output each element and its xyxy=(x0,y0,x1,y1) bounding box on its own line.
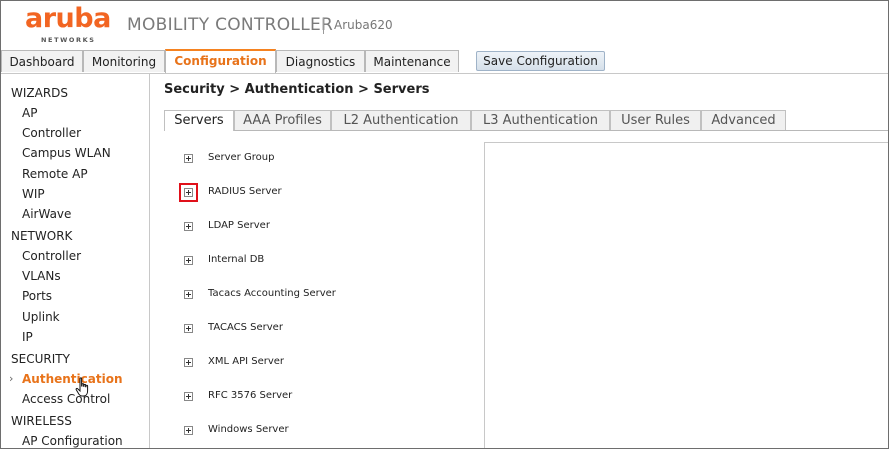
tree-item-label: RADIUS Server xyxy=(208,186,282,197)
sidebar-item-ip[interactable]: IP xyxy=(22,330,33,344)
sidebar-section-network: NETWORK xyxy=(11,229,73,243)
tab-diagnostics[interactable]: Diagnostics xyxy=(276,50,365,72)
sidebar-section-wizards: WIZARDS xyxy=(11,86,69,100)
tab-aaa-profiles[interactable]: AAA Profiles xyxy=(234,110,331,130)
sidebar-item-wip[interactable]: WIP xyxy=(22,187,45,201)
expand-plus-icon[interactable] xyxy=(184,256,193,265)
tree-item-label: XML API Server xyxy=(208,356,285,367)
title-divider xyxy=(323,18,324,34)
tree-item-label: Internal DB xyxy=(208,254,265,265)
logo-subtitle: NETWORKS xyxy=(41,36,96,44)
top-navigation: Dashboard Monitoring Configuration Diagn… xyxy=(1,49,888,74)
sidebar-item-ports[interactable]: Ports xyxy=(22,289,52,303)
breadcrumb: Security > Authentication > Servers xyxy=(164,82,430,97)
detail-panel xyxy=(484,142,888,448)
expand-plus-icon[interactable] xyxy=(184,324,193,333)
tab-maintenance[interactable]: Maintenance xyxy=(365,50,459,72)
app-title: MOBILITY CONTROLLER xyxy=(127,15,334,35)
header: aruba NETWORKS MOBILITY CONTROLLER Aruba… xyxy=(1,1,888,49)
expand-plus-icon[interactable] xyxy=(184,392,193,401)
tab-configuration[interactable]: Configuration xyxy=(165,49,276,73)
sidebar-item-controller-wizard[interactable]: Controller xyxy=(22,126,81,140)
logo-wordmark: aruba xyxy=(25,3,111,34)
expand-plus-icon[interactable] xyxy=(184,222,193,231)
tree-item-label: TACACS Server xyxy=(208,322,283,333)
sidebar-section-wireless: WIRELESS xyxy=(11,414,72,428)
tab-advanced[interactable]: Advanced xyxy=(701,110,786,130)
expand-plus-icon[interactable] xyxy=(184,358,193,367)
sidebar-item-airwave[interactable]: AirWave xyxy=(22,207,71,221)
tab-l3-authentication[interactable]: L3 Authentication xyxy=(471,110,610,130)
tree-item-label: Windows Server xyxy=(208,424,289,435)
sidebar-item-controller[interactable]: Controller xyxy=(22,249,81,263)
sidebar-item-vlans[interactable]: VLANs xyxy=(22,269,61,283)
chevron-right-icon: › xyxy=(9,372,14,385)
expand-plus-icon[interactable] xyxy=(179,183,198,202)
tab-l2-authentication[interactable]: L2 Authentication xyxy=(331,110,471,130)
expand-plus-icon[interactable] xyxy=(184,290,193,299)
app-window: aruba NETWORKS MOBILITY CONTROLLER Aruba… xyxy=(0,0,889,449)
save-configuration-button[interactable]: Save Configuration xyxy=(476,51,605,71)
aruba-logo: aruba NETWORKS xyxy=(25,3,111,45)
tab-servers[interactable]: Servers xyxy=(164,110,234,131)
device-name: Aruba620 xyxy=(334,18,393,32)
tab-monitoring[interactable]: Monitoring xyxy=(83,50,165,72)
tab-user-rules[interactable]: User Rules xyxy=(610,110,701,130)
sidebar-item-access-control[interactable]: Access Control xyxy=(22,392,110,406)
sidebar-item-ap[interactable]: AP xyxy=(22,106,37,120)
sidebar-item-remote-ap[interactable]: Remote AP xyxy=(22,167,88,181)
sidebar-section-security: SECURITY xyxy=(11,352,70,366)
tree-item-label: LDAP Server xyxy=(208,220,270,231)
subtab-bar: Servers AAA Profiles L2 Authentication L… xyxy=(164,110,888,131)
hand-pointer-icon xyxy=(75,377,89,397)
tab-dashboard[interactable]: Dashboard xyxy=(1,50,83,72)
sidebar-item-uplink[interactable]: Uplink xyxy=(22,310,60,324)
sidebar-item-campus-wlan[interactable]: Campus WLAN xyxy=(22,146,111,160)
tree-item-label: Server Group xyxy=(208,152,275,163)
expand-plus-icon[interactable] xyxy=(184,154,193,163)
sidebar-item-ap-configuration[interactable]: AP Configuration xyxy=(22,434,123,448)
tree-item-label: RFC 3576 Server xyxy=(208,390,293,401)
expand-plus-icon[interactable] xyxy=(184,426,193,435)
tree-item-label: Tacacs Accounting Server xyxy=(208,288,336,299)
sidebar-item-authentication[interactable]: Authentication xyxy=(22,372,123,386)
